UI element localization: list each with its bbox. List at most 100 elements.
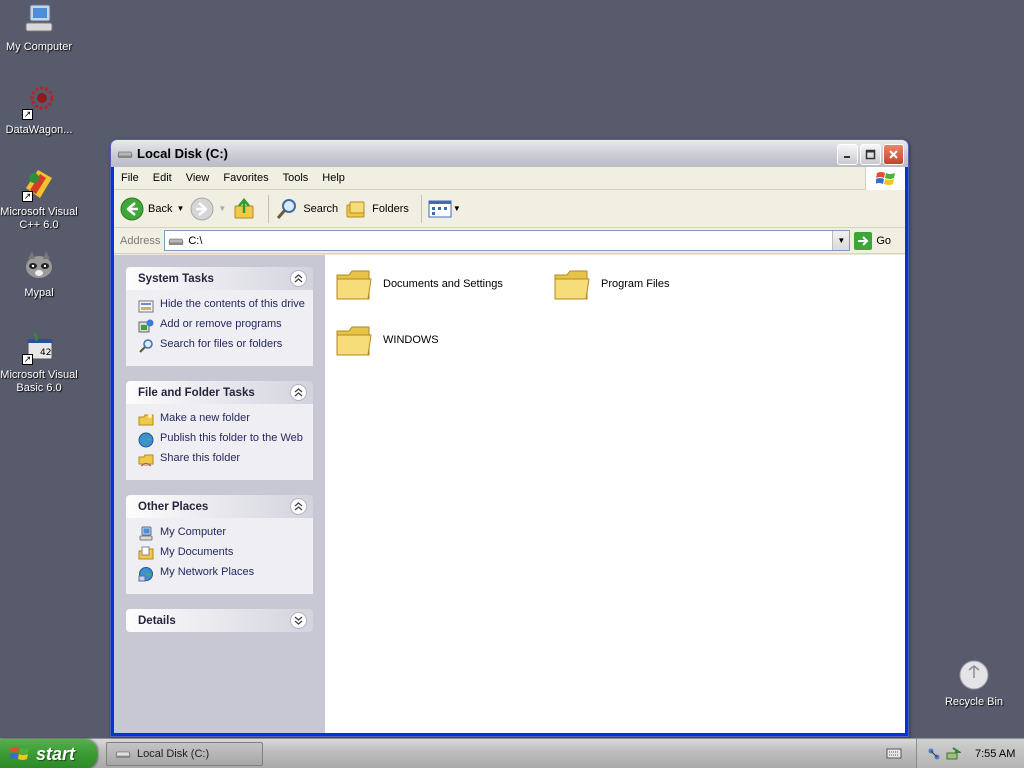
forward-arrow-icon xyxy=(190,197,214,220)
explorer-window: Local Disk (C:) File Edit View Favorites… xyxy=(110,139,909,737)
search-button[interactable]: Search xyxy=(275,194,338,224)
collapse-button[interactable] xyxy=(290,270,307,287)
folder-name: Documents and Settings xyxy=(383,278,503,290)
desktop-icon-my-computer[interactable]: My Computer xyxy=(0,3,78,54)
folders-label: Folders xyxy=(372,202,409,215)
folder-program-files[interactable]: Program Files xyxy=(553,265,669,303)
other-places-panel: Other Places My Computer My Documents My… xyxy=(126,495,313,594)
maximize-button[interactable] xyxy=(860,144,881,165)
forward-button[interactable]: ▼ xyxy=(190,194,226,224)
minimize-button[interactable] xyxy=(837,144,858,165)
desktop-icon-label: Recycle Bin xyxy=(944,696,1004,708)
address-field[interactable]: ▼ xyxy=(164,230,851,251)
shortcut-arrow-icon: ↗ xyxy=(22,109,33,120)
details-panel: Details xyxy=(126,609,313,632)
minimize-icon xyxy=(844,156,850,158)
place-my-network-places[interactable]: My Network Places xyxy=(138,566,307,582)
keyboard-icon[interactable] xyxy=(886,746,902,760)
chevron-down-icon[interactable]: ▼ xyxy=(453,204,461,213)
search-label: Search xyxy=(303,202,339,215)
taskbar: start Local Disk (C:) 7:55 AM xyxy=(0,738,1024,768)
start-label: start xyxy=(36,743,76,764)
taskbar-button-local-disk[interactable]: Local Disk (C:) xyxy=(106,742,263,766)
go-button[interactable]: Go xyxy=(854,231,892,250)
desktop-icon-datawagon[interactable]: ↗ DataWagon... xyxy=(0,86,78,137)
mypal-raccoon-icon xyxy=(26,251,52,278)
window-titlebar[interactable]: Local Disk (C:) xyxy=(111,140,908,167)
chevron-double-up-icon xyxy=(294,274,303,283)
details-header[interactable]: Details xyxy=(126,609,313,632)
panel-title: Other Places xyxy=(138,500,209,513)
address-bar: Address ▼ Go xyxy=(114,228,905,254)
menu-bar: File Edit View Favorites Tools Help xyxy=(114,167,905,190)
task-label: Share this folder xyxy=(160,452,241,464)
search-icon xyxy=(277,198,297,219)
desktop-icon-visual-basic[interactable]: 42 ↗ Microsoft Visual Basic 6.0 xyxy=(0,331,78,395)
menu-favorites[interactable]: Favorites xyxy=(216,167,275,190)
system-tasks-panel: System Tasks Hide the contents of this d… xyxy=(126,267,313,366)
place-my-documents[interactable]: My Documents xyxy=(138,546,307,562)
go-label: Go xyxy=(876,234,892,247)
menu-help[interactable]: Help xyxy=(315,167,352,190)
place-label: My Network Places xyxy=(160,566,255,578)
task-publish-folder[interactable]: Publish this folder to the Web xyxy=(138,432,307,448)
place-my-computer[interactable]: My Computer xyxy=(138,526,307,542)
folders-icon xyxy=(346,201,365,217)
share-folder-icon xyxy=(138,454,154,467)
other-places-header[interactable]: Other Places xyxy=(126,495,313,518)
chevron-double-up-icon xyxy=(294,502,303,511)
chevron-down-icon[interactable]: ▼ xyxy=(218,204,226,213)
views-button[interactable]: ▼ xyxy=(428,194,461,224)
folder-windows[interactable]: WINDOWS xyxy=(335,321,439,359)
menu-view[interactable]: View xyxy=(179,167,217,190)
task-label: Make a new folder xyxy=(160,412,250,424)
menu-tools[interactable]: Tools xyxy=(276,167,316,190)
task-make-new-folder[interactable]: Make a new folder xyxy=(138,412,307,428)
collapse-button[interactable] xyxy=(290,384,307,401)
visual-cpp-icon: ↗ xyxy=(22,168,56,202)
datawagon-icon: ↗ xyxy=(22,86,56,120)
standard-toolbar: Back ▼ ▼ Search Folders ▼ xyxy=(114,190,905,228)
panel-title: System Tasks xyxy=(138,272,214,285)
desktop-icon-visual-cpp[interactable]: ↗ Microsoft Visual C++ 6.0 xyxy=(0,168,78,232)
my-computer-icon xyxy=(25,4,53,32)
collapse-button[interactable] xyxy=(290,498,307,515)
desktop-icon-recycle-bin[interactable]: Recycle Bin xyxy=(935,658,1013,709)
recycle-bin-icon xyxy=(959,660,989,690)
close-button[interactable] xyxy=(883,144,904,165)
address-input[interactable] xyxy=(188,234,789,247)
desktop-icon-label: DataWagon... xyxy=(5,124,73,136)
expand-button[interactable] xyxy=(290,612,307,629)
menu-file[interactable]: File xyxy=(114,167,146,190)
address-dropdown-button[interactable]: ▼ xyxy=(832,231,850,250)
windows-flag-icon xyxy=(10,747,29,760)
desktop-icon-label: Microsoft Visual Basic 6.0 xyxy=(0,369,78,394)
start-button[interactable]: start xyxy=(0,739,97,768)
safely-remove-hardware-icon[interactable] xyxy=(945,747,961,761)
up-folder-button[interactable] xyxy=(232,194,256,224)
windows-flag-logo xyxy=(865,167,905,190)
folders-button[interactable]: Folders xyxy=(344,194,409,224)
add-remove-programs-icon xyxy=(138,319,154,333)
network-icon[interactable] xyxy=(927,747,941,761)
search-icon xyxy=(139,339,153,353)
task-hide-drive-contents[interactable]: Hide the contents of this drive xyxy=(138,298,307,314)
task-share-folder[interactable]: Share this folder xyxy=(138,452,307,468)
folder-documents-and-settings[interactable]: Documents and Settings xyxy=(335,265,503,303)
back-button[interactable]: Back ▼ xyxy=(120,194,184,224)
file-folder-tasks-header[interactable]: File and Folder Tasks xyxy=(126,381,313,404)
menu-edit[interactable]: Edit xyxy=(146,167,179,190)
task-add-remove-programs[interactable]: Add or remove programs xyxy=(138,318,307,334)
desktop-icon-mypal[interactable]: Mypal xyxy=(0,249,78,300)
maximize-icon xyxy=(865,149,876,160)
chevron-double-down-icon xyxy=(294,616,303,625)
system-tasks-header[interactable]: System Tasks xyxy=(126,267,313,290)
visual-basic-icon: 42 ↗ xyxy=(22,331,56,365)
chevron-down-icon[interactable]: ▼ xyxy=(176,204,184,213)
file-list-view[interactable]: Documents and Settings Program Files WIN… xyxy=(325,255,905,733)
task-search-files[interactable]: Search for files or folders xyxy=(138,338,307,354)
clock[interactable]: 7:55 AM xyxy=(975,748,1015,760)
back-label: Back xyxy=(148,202,173,215)
toolbar-separator xyxy=(420,194,422,223)
chevron-down-icon: ▼ xyxy=(837,236,846,245)
